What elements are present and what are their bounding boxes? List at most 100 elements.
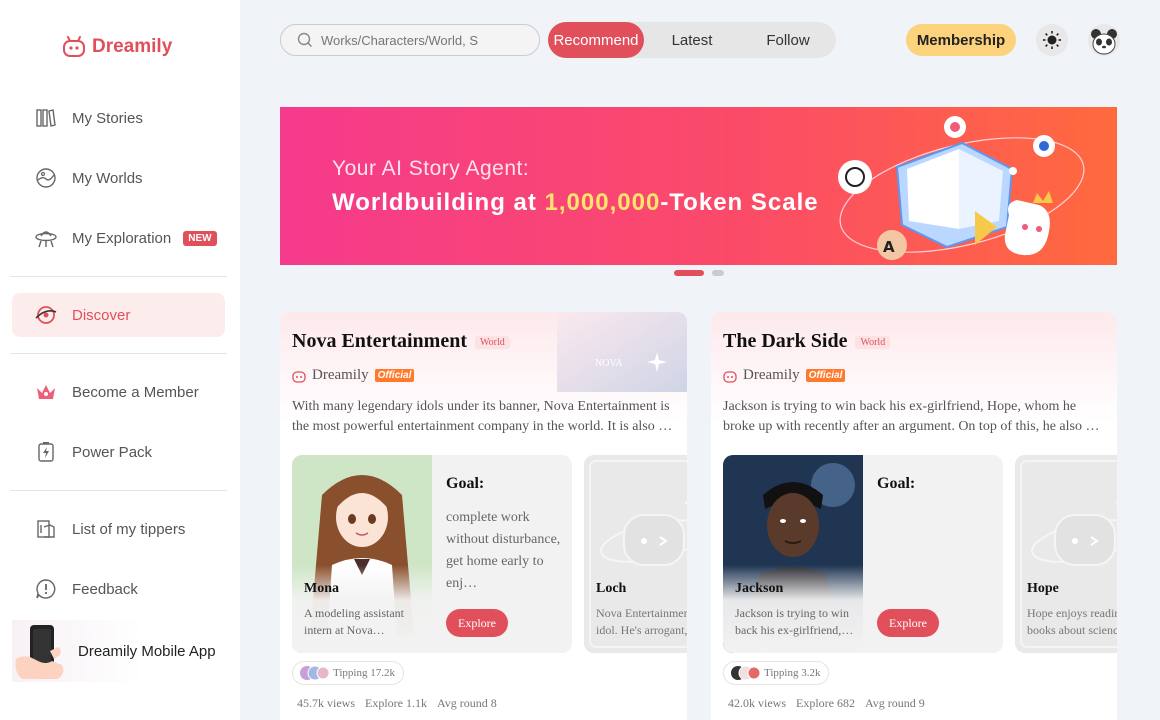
tab-latest[interactable]: Latest bbox=[644, 22, 740, 58]
explore-count: Explore 1.1k bbox=[365, 696, 427, 710]
tipping-chip[interactable]: Tipping 17.2k bbox=[292, 661, 404, 685]
tab-recommend[interactable]: Recommend bbox=[548, 22, 644, 58]
theme-toggle-button[interactable] bbox=[1036, 24, 1068, 56]
banner-highlight: 1,000,000 bbox=[544, 189, 661, 216]
banner-illustration: A bbox=[838, 116, 1085, 260]
panda-avatar-icon bbox=[1088, 24, 1120, 56]
character-card[interactable]: Hope Hope enjoys reading books about sci… bbox=[1015, 455, 1117, 653]
sidebar-item-discover[interactable]: Discover bbox=[12, 293, 225, 337]
sun-icon bbox=[1043, 31, 1061, 49]
character-portrait: Jackson Jackson is trying to win back hi… bbox=[723, 455, 863, 653]
tipping-count: Tipping 17.2k bbox=[333, 667, 395, 679]
sidebar-item-label: Discover bbox=[72, 306, 131, 324]
feed-tabs: Recommend Latest Follow bbox=[548, 22, 836, 58]
dreamily-author-icon bbox=[723, 370, 737, 383]
sidebar-item-become-member[interactable]: Become a Member bbox=[12, 370, 225, 414]
sidebar-item-my-stories[interactable]: My Stories bbox=[12, 96, 225, 140]
tipper-avatars-icon bbox=[300, 665, 329, 681]
sidebar-divider bbox=[10, 276, 227, 277]
ufo-icon bbox=[34, 226, 58, 250]
search-icon bbox=[297, 32, 312, 47]
world-tag: World bbox=[855, 335, 891, 349]
character-desc: Jackson is trying to win back his ex-gir… bbox=[735, 606, 854, 637]
pager-dot-active[interactable] bbox=[674, 270, 704, 276]
sidebar-divider bbox=[10, 353, 227, 354]
character-card[interactable]: Loch Nova Entertainment idol. He's arrog… bbox=[584, 455, 687, 653]
card-description: With many legendary idols under its bann… bbox=[292, 399, 673, 434]
sidebar-divider bbox=[10, 490, 227, 491]
svg-text:NOVA: NOVA bbox=[595, 358, 623, 369]
sidebar-item-label: My Worlds bbox=[72, 169, 143, 187]
tab-follow[interactable]: Follow bbox=[740, 22, 836, 58]
character-name: Hope bbox=[1027, 581, 1059, 596]
sidebar: Dreamily My Stories My Worlds My Explora… bbox=[0, 0, 240, 720]
official-badge: Official bbox=[374, 369, 415, 382]
card-title-text: Nova Entertainment bbox=[292, 330, 467, 352]
views-count: 45.7k views bbox=[297, 696, 355, 710]
card-stats: 45.7k views Explore 1.1k Avg round 8 bbox=[297, 696, 497, 711]
card-author[interactable]: Dreamily Official bbox=[723, 367, 846, 384]
character-goal: Goal: complete work without disturbance,… bbox=[432, 455, 572, 653]
banner-line2-suffix: -Token Scale bbox=[660, 189, 819, 216]
character-portrait: Mona A modeling assistant intern at Nova… bbox=[292, 455, 432, 653]
character-card[interactable]: Jackson Jackson is trying to win back hi… bbox=[723, 455, 1003, 653]
character-card[interactable]: Mona A modeling assistant intern at Nova… bbox=[292, 455, 572, 653]
books-icon bbox=[34, 106, 58, 130]
explore-button[interactable]: Explore bbox=[446, 609, 508, 637]
character-desc: Hope enjoys reading books about science bbox=[1027, 606, 1117, 637]
character-name: Mona bbox=[304, 581, 339, 596]
app-name: Dreamily bbox=[92, 36, 173, 57]
svg-text:A: A bbox=[883, 238, 895, 256]
character-row: Jackson Jackson is trying to win back hi… bbox=[723, 455, 1117, 653]
world-card[interactable]: The Dark Side World Dreamily Official Jac… bbox=[711, 312, 1117, 720]
card-title[interactable]: The Dark Side World bbox=[723, 330, 891, 353]
tipping-count: Tipping 3.2k bbox=[764, 667, 821, 679]
tipper-avatars-icon bbox=[731, 665, 760, 681]
top-bar: Recommend Latest Follow Membership bbox=[240, 0, 1157, 80]
avg-round: Avg round 8 bbox=[437, 696, 497, 710]
goal-label: Goal: bbox=[877, 475, 916, 492]
sidebar-item-label: My Exploration bbox=[72, 229, 172, 247]
official-badge: Official bbox=[805, 369, 846, 382]
sidebar-item-label: Feedback bbox=[72, 580, 138, 598]
banner-line2: Worldbuilding at 1,000,000-Token Scale bbox=[332, 189, 819, 217]
dreamily-logo-icon bbox=[63, 36, 85, 57]
goal-text: complete work without disturbance, get h… bbox=[446, 510, 561, 591]
phone-hand-icon bbox=[15, 625, 64, 679]
app-logo[interactable]: Dreamily bbox=[62, 36, 172, 58]
views-count: 42.0k views bbox=[728, 696, 786, 710]
world-card[interactable]: NOVA Nova Entertainment World Dreamily Of… bbox=[280, 312, 687, 720]
mobile-app-label: Dreamily Mobile App bbox=[78, 642, 216, 660]
search-input[interactable] bbox=[321, 32, 521, 48]
dreamily-author-icon bbox=[292, 370, 306, 383]
character-name: Loch bbox=[596, 581, 627, 596]
sidebar-item-label: Power Pack bbox=[72, 443, 153, 461]
sidebar-item-my-worlds[interactable]: My Worlds bbox=[12, 156, 225, 200]
explore-button[interactable]: Explore bbox=[877, 609, 939, 637]
sidebar-item-label: Become a Member bbox=[72, 383, 199, 401]
character-desc: A modeling assistant intern at Nova… bbox=[304, 606, 404, 637]
membership-button[interactable]: Membership bbox=[906, 24, 1016, 56]
pager-dot[interactable] bbox=[712, 270, 724, 276]
author-name: Dreamily bbox=[743, 367, 800, 383]
sidebar-item-tippers[interactable]: List of my tippers bbox=[12, 507, 225, 551]
search-box[interactable] bbox=[280, 24, 540, 56]
tipping-chip[interactable]: Tipping 3.2k bbox=[723, 661, 830, 685]
character-desc: Nova Entertainment idol. He's arrogant, bbox=[596, 606, 687, 637]
sidebar-item-feedback[interactable]: Feedback bbox=[12, 567, 225, 611]
mobile-app-promo[interactable]: Dreamily Mobile App bbox=[12, 620, 230, 682]
character-name: Jackson bbox=[735, 581, 784, 596]
card-title[interactable]: Nova Entertainment World bbox=[292, 330, 510, 353]
card-author[interactable]: Dreamily Official bbox=[292, 367, 415, 384]
banner-line1: Your AI Story Agent: bbox=[332, 157, 530, 180]
user-avatar[interactable] bbox=[1088, 24, 1120, 56]
promo-banner[interactable]: Your AI Story Agent: Worldbuilding at 1,… bbox=[280, 107, 1117, 265]
explore-count: Explore 682 bbox=[796, 696, 855, 710]
sidebar-item-power-pack[interactable]: Power Pack bbox=[12, 430, 225, 474]
banner-pager bbox=[674, 270, 724, 276]
card-description: Jackson is trying to win back his ex-gir… bbox=[723, 399, 1100, 434]
avg-round: Avg round 9 bbox=[865, 696, 925, 710]
sidebar-item-my-exploration[interactable]: My Exploration NEW bbox=[12, 216, 225, 260]
discover-icon bbox=[34, 303, 58, 327]
banner-line2-prefix: Worldbuilding at bbox=[332, 189, 545, 216]
